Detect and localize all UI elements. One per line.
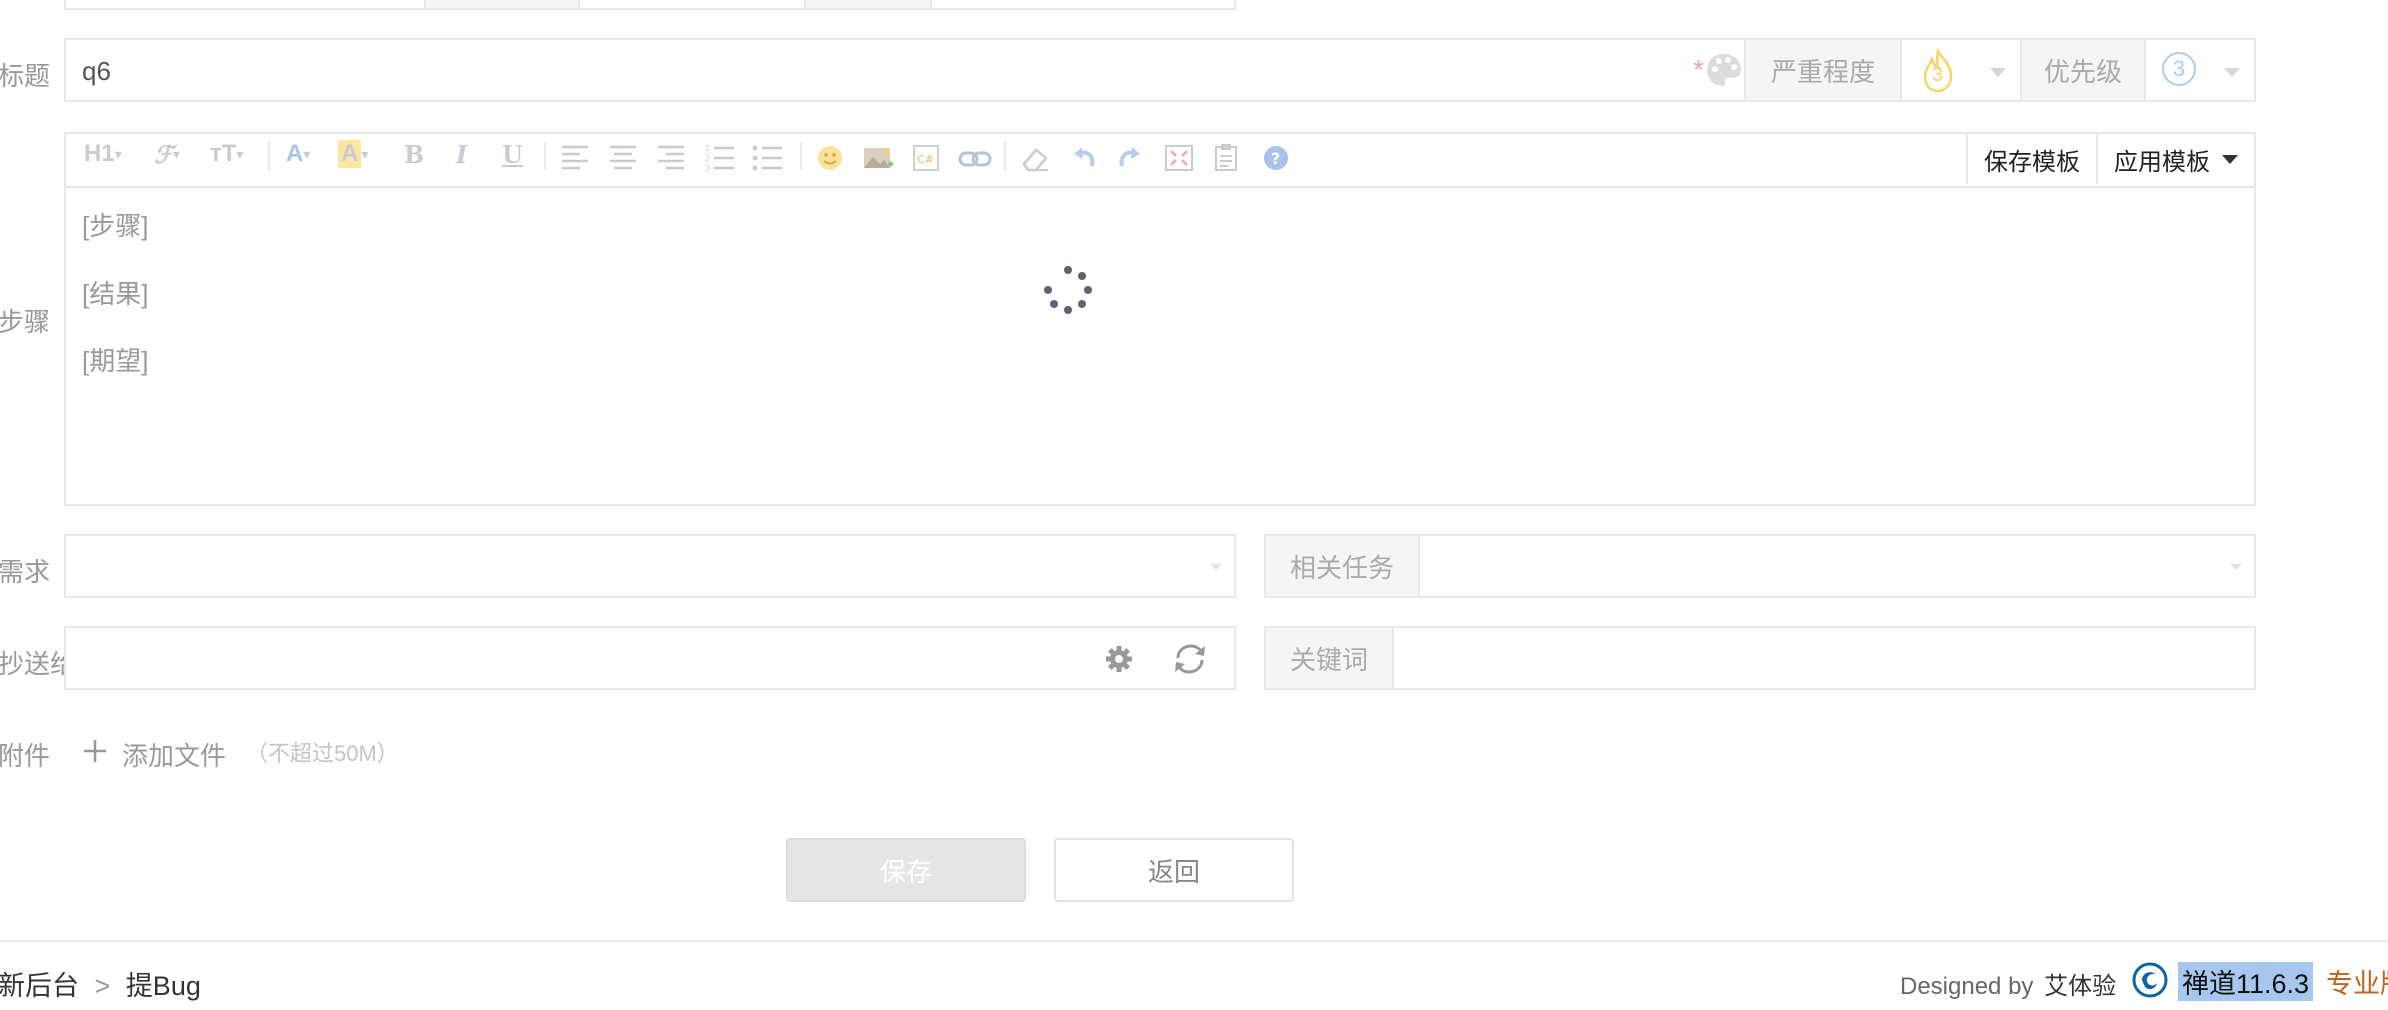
- align-left-icon[interactable]: [560, 144, 590, 170]
- align-right-icon[interactable]: [656, 144, 686, 170]
- task-caret: [2230, 564, 2242, 570]
- priority-label: 优先级: [2020, 38, 2146, 102]
- italic-button[interactable]: I: [456, 140, 467, 169]
- toolbar-divider: [544, 142, 546, 170]
- keywords-label: 关键词: [1264, 626, 1394, 690]
- severity-caret: [1990, 68, 2006, 77]
- files-label: 附件: [0, 741, 51, 771]
- image-icon[interactable]: [862, 144, 894, 172]
- eraser-icon[interactable]: [1020, 144, 1050, 172]
- apply-template-label: 应用模板: [2114, 148, 2210, 176]
- svg-text:2: 2: [705, 154, 710, 163]
- story-label: 需求: [0, 557, 51, 587]
- undo-icon[interactable]: [1070, 144, 1098, 172]
- severity-label: 严重程度: [1744, 38, 1902, 102]
- prev-field-3[interactable]: [578, 0, 806, 10]
- prev-field-2: [424, 0, 580, 10]
- palette-icon[interactable]: [1704, 50, 1744, 90]
- priority-caret: [2224, 68, 2240, 77]
- version-link[interactable]: 禅道11.6.3: [2178, 962, 2314, 1001]
- paste-icon[interactable]: [1212, 142, 1240, 172]
- task-label: 相关任务: [1264, 534, 1420, 598]
- priority-circle: 3: [2162, 52, 2196, 86]
- refresh-icon[interactable]: [1172, 642, 1208, 676]
- required-mark: *: [1693, 54, 1704, 85]
- editor-line-expected: [期望]: [82, 346, 149, 376]
- save-button[interactable]: 保存: [786, 838, 1026, 902]
- loading-spinner: [1044, 266, 1092, 314]
- prev-field-5[interactable]: [930, 0, 1236, 10]
- font-color-button[interactable]: A ▾: [286, 140, 310, 168]
- editor-line-steps: [步骤]: [82, 211, 149, 241]
- steps-editor[interactable]: [64, 132, 2256, 506]
- background-color-button[interactable]: A ▾: [338, 140, 368, 168]
- priority-value: 3: [2172, 56, 2186, 81]
- svg-text:?: ?: [1271, 149, 1280, 168]
- font-size-button[interactable]: тT ▾: [210, 140, 243, 168]
- keywords-input[interactable]: [1392, 626, 2256, 690]
- steps-label: 步骤: [0, 307, 51, 337]
- severity-select[interactable]: 3: [1900, 38, 2022, 102]
- priority-select[interactable]: 3: [2144, 38, 2256, 102]
- breadcrumb-separator: >: [94, 971, 111, 1001]
- prev-field-1[interactable]: [64, 0, 426, 10]
- designer-link[interactable]: 艾体验: [2044, 973, 2116, 1000]
- fullscreen-icon[interactable]: [1164, 144, 1194, 172]
- editor-toolbar: [66, 134, 2254, 188]
- toolbar-divider: [1004, 142, 1006, 170]
- file-limit-note: （不超过50M）: [246, 741, 399, 766]
- title-input[interactable]: q6 *: [64, 38, 1746, 102]
- breadcrumb-parent[interactable]: 新后台: [0, 971, 79, 1001]
- breadcrumb-current: 提Bug: [125, 971, 201, 1001]
- toolbar-divider: [800, 142, 802, 170]
- story-select[interactable]: [64, 534, 1236, 598]
- plus-icon[interactable]: [82, 738, 108, 764]
- mailto-input[interactable]: [64, 626, 1236, 690]
- code-snippet-icon[interactable]: C#: [912, 144, 940, 172]
- zentao-logo-icon: [2132, 962, 2168, 998]
- add-file-link[interactable]: 添加文件: [122, 736, 226, 773]
- align-center-icon[interactable]: [608, 144, 638, 170]
- title-label: 标题: [0, 61, 51, 91]
- apply-template-caret: [2222, 154, 2238, 164]
- emoticon-icon[interactable]: [816, 144, 844, 172]
- severity-value: 3: [1932, 64, 1944, 86]
- font-family-button[interactable]: ℱ ▾: [154, 140, 180, 169]
- link-icon[interactable]: [958, 148, 992, 170]
- underline-button[interactable]: U: [502, 140, 523, 169]
- heading-button[interactable]: H1 ▾: [84, 140, 122, 168]
- prev-field-4: [804, 0, 932, 10]
- title-value: q6: [82, 56, 111, 86]
- edition-link[interactable]: 专业版: [2326, 962, 2388, 1001]
- gear-icon[interactable]: [1104, 644, 1134, 674]
- unordered-list-icon[interactable]: [752, 144, 784, 172]
- svg-text:1: 1: [705, 144, 710, 153]
- bold-button[interactable]: B: [404, 140, 424, 169]
- story-caret: [1210, 564, 1222, 570]
- ordered-list-icon[interactable]: 123: [704, 144, 736, 172]
- redo-icon[interactable]: [1116, 144, 1144, 172]
- editor-line-result: [结果]: [82, 279, 149, 309]
- back-button[interactable]: 返回: [1054, 838, 1294, 902]
- save-template-button[interactable]: 保存模板: [1966, 134, 2096, 184]
- svg-text:C#: C#: [917, 153, 934, 166]
- apply-template-button[interactable]: 应用模板: [2096, 134, 2254, 184]
- svg-text:3: 3: [705, 164, 710, 172]
- toolbar-divider: [268, 142, 270, 170]
- breadcrumb: 新后台 > 提Bug: [0, 964, 201, 1003]
- task-select[interactable]: [1418, 534, 2256, 598]
- designed-by-text: Designed by: [1900, 973, 2034, 1000]
- help-icon[interactable]: ?: [1262, 144, 1290, 172]
- designed-by: Designed by 艾体验: [1900, 966, 2116, 1001]
